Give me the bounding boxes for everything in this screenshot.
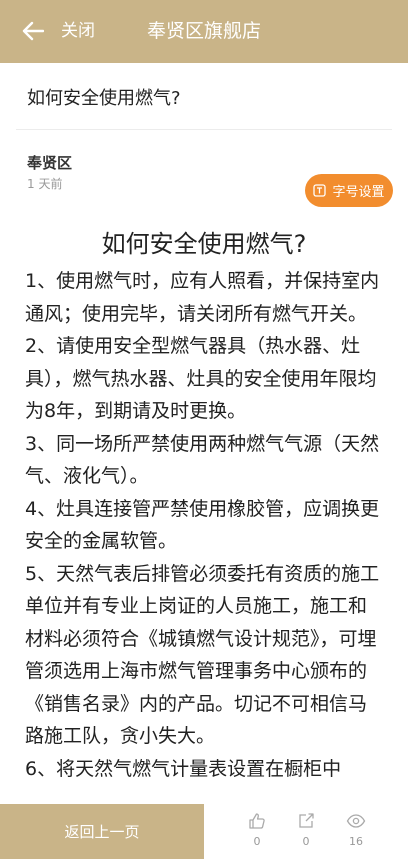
article-title: 如何安全使用燃气? — [101, 230, 307, 258]
like-button[interactable]: 0 — [237, 812, 277, 849]
article-paragraph: 4、灶具连接管严禁使用橡胶管，应调换更安全的金属软管。 — [25, 497, 380, 553]
share-icon — [286, 812, 326, 832]
eye-icon — [336, 812, 376, 832]
share-count: 0 — [302, 835, 310, 848]
divider — [16, 129, 392, 130]
bottom-bar: 返回上一页 0 0 16 — [0, 804, 408, 859]
view-count: 16 — [349, 835, 363, 848]
top-bar: 关闭 奉贤区旗舰店 — [0, 0, 408, 63]
article-paragraph: 3、同一场所严禁使用两种燃气气源（天然气、液化气）。 — [25, 432, 380, 488]
author-name: 奉贤区 — [27, 154, 73, 172]
article-paragraph: 1、使用燃气时，应有人照看，并保持室内通风；使用完毕，请关闭所有燃气开关。 — [25, 270, 380, 325]
article-paragraph: 6、将天然气燃气计量表设置在橱柜中 — [25, 757, 342, 780]
post-headline: 如何安全使用燃气? — [27, 88, 181, 109]
font-settings-icon — [313, 184, 327, 197]
article-paragraph: 2、请使用安全型燃气器具（热水器、灶具），燃气热水器、灶具的安全使用年限均为8年… — [25, 335, 377, 422]
post-time: 1 天前 — [27, 177, 63, 191]
font-size-button-label: 字号设置 — [332, 185, 385, 200]
views-indicator: 16 — [336, 812, 376, 849]
thumbs-up-icon — [237, 812, 277, 832]
like-count: 0 — [253, 835, 261, 848]
font-size-button[interactable]: 字号设置 — [305, 174, 393, 207]
share-button[interactable]: 0 — [286, 812, 326, 849]
back-previous-button[interactable]: 返回上一页 — [0, 804, 204, 859]
article-body: 1、使用燃气时，应有人照看，并保持室内通风；使用完毕，请关闭所有燃气开关。 2、… — [25, 265, 385, 785]
page-title: 奉贤区旗舰店 — [146, 20, 261, 42]
article-paragraph: 5、天然气表后排管必须委托有资质的施工单位并有专业上岗证的人员施工，施工和材料必… — [25, 562, 380, 748]
